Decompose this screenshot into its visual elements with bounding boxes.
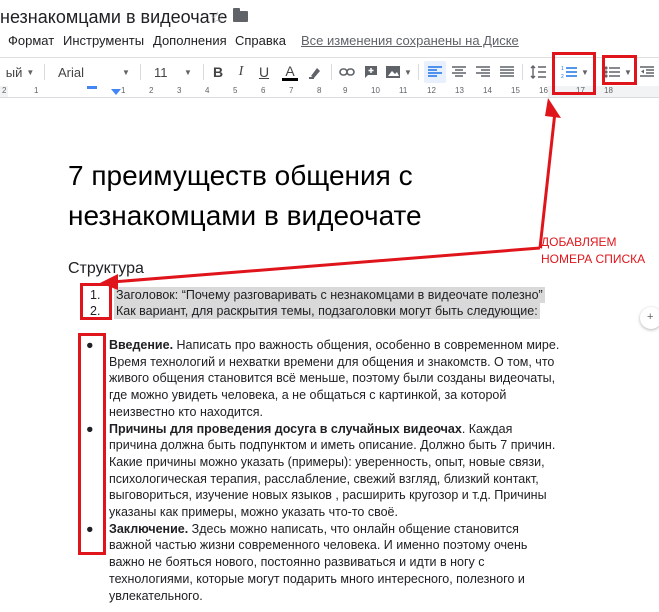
annotation-arrow [100,98,561,290]
annotation-label-line1: ДОБАВЛЯЕМ [541,235,617,249]
annotation-label-line2: НОМЕРА СПИСКА [541,252,646,266]
